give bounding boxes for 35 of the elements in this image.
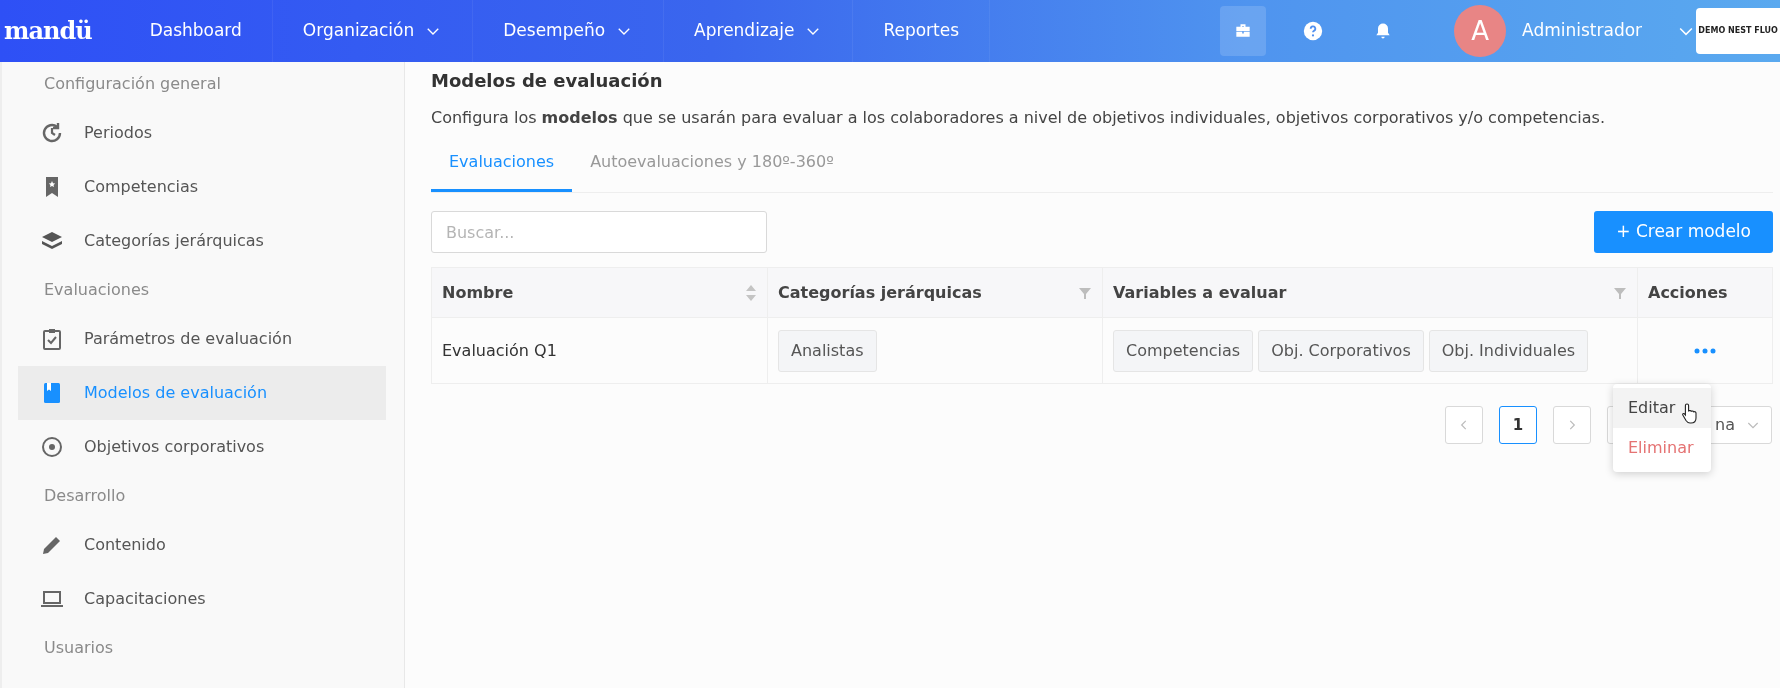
column-header: Acciones xyxy=(1648,281,1728,304)
sidebar-item[interactable]: Parámetros de evaluación xyxy=(18,312,386,366)
sidebar-heading: Usuarios xyxy=(43,637,115,659)
model-name: Evaluación Q1 xyxy=(442,340,557,360)
variable-tag: Obj. Corporativos xyxy=(1258,329,1424,372)
column-header: Variables a evaluar xyxy=(1113,281,1287,304)
page-button[interactable]: 1 xyxy=(1499,406,1537,444)
sidebar-heading: Evaluaciones xyxy=(43,279,151,301)
menu-item[interactable]: Eliminar xyxy=(1613,428,1711,468)
nav-menu-item[interactable]: Aprendizaje xyxy=(664,0,854,62)
page-title: Modelos de evaluación xyxy=(431,69,664,93)
sidebar-item[interactable]: Modelos de evaluación xyxy=(18,366,386,420)
tab[interactable]: Autoevaluaciones y 180º-360º xyxy=(572,138,852,192)
logo[interactable]: mandü xyxy=(0,13,120,49)
menu-item[interactable]: Editar xyxy=(1613,388,1711,428)
column-header: Nombre xyxy=(442,281,514,304)
create-button[interactable]: + Crear modelo xyxy=(1594,211,1773,253)
sidebar-heading: Desarrollo xyxy=(43,485,127,507)
search-field[interactable]: Buscar... xyxy=(431,211,767,253)
tab[interactable]: Evaluaciones xyxy=(431,138,573,192)
sidebar-item[interactable]: Capacitaciones xyxy=(18,572,386,626)
sidebar-item[interactable]: Competencias xyxy=(18,160,386,214)
page-description: Configura los modelos que se usarán para evaluar a los colaboradores a nivel de objetivos individuales, objetivos corporativos y/o competencias. xyxy=(431,107,1606,129)
variable-tag: Obj. Individuales xyxy=(1428,329,1589,372)
nav-menu-item[interactable]: Reportes xyxy=(853,0,991,62)
sidebar-item[interactable]: Categorías jerárquicas xyxy=(18,214,386,268)
sidebar-item[interactable]: Contenido xyxy=(18,518,386,572)
sidebar-item[interactable]: Periodos xyxy=(18,106,386,160)
sidebar-item[interactable]: Objetivos corporativos xyxy=(18,420,386,474)
sidebar-heading: Configuración general xyxy=(43,73,222,95)
category-tag: Analistas xyxy=(778,329,877,372)
nav-menu-item[interactable]: Desempeño xyxy=(473,0,665,62)
company-badge: DEMO NEST FLUO xyxy=(1696,8,1780,54)
column-header: Categorías jerárquicas xyxy=(778,281,982,304)
variable-tag: Competencias xyxy=(1113,329,1254,372)
